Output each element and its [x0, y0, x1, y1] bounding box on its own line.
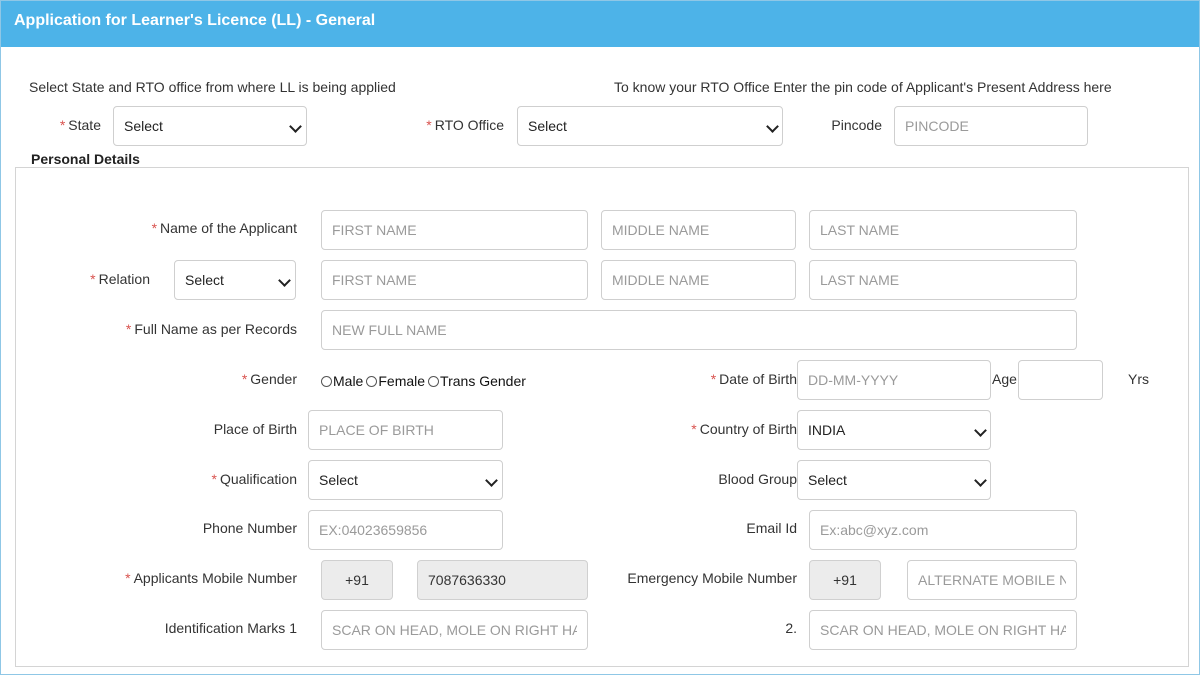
personal-details-legend: Personal Details	[25, 151, 146, 167]
state-label: * State	[59, 117, 101, 133]
email-input[interactable]	[809, 510, 1077, 550]
phone-number-input[interactable]	[308, 510, 503, 550]
country-of-birth-label: * Country of Birth	[691, 421, 797, 437]
place-of-birth-input[interactable]	[308, 410, 503, 450]
dob-input[interactable]	[797, 360, 991, 400]
full-name-label: * Full Name as per Records	[125, 321, 297, 337]
applicant-name-label: * Name of the Applicant	[151, 220, 297, 236]
pincode-label: Pincode	[831, 117, 882, 133]
page-header: Application for Learner's Licence (LL) -…	[1, 1, 1199, 47]
applicant-middle-name-input[interactable]	[601, 210, 796, 250]
age-input[interactable]	[1018, 360, 1103, 400]
gender-trans-label: Trans Gender	[440, 373, 526, 389]
identification-marks-input-1[interactable]	[321, 610, 588, 650]
relation-label: * Relation	[90, 271, 150, 287]
emergency-mobile-label: Emergency Mobile Number	[627, 570, 797, 586]
mobile-number-label: * Applicants Mobile Number	[125, 570, 297, 586]
applicant-last-name-input[interactable]	[809, 210, 1077, 250]
rto-office-label: * RTO Office	[426, 117, 504, 133]
relation-middle-name-input[interactable]	[601, 260, 796, 300]
gender-trans-radio[interactable]	[428, 376, 440, 387]
pincode-note: To know your RTO Office Enter the pin co…	[614, 79, 1112, 95]
gender-label: * Gender	[241, 371, 297, 387]
dob-label: * Date of Birth	[710, 371, 797, 387]
state-rto-note: Select State and RTO office from where L…	[29, 79, 396, 95]
emergency-country-code	[809, 560, 881, 600]
phone-number-label: Phone Number	[202, 520, 297, 536]
mobile-country-code	[321, 560, 393, 600]
emergency-mobile-input[interactable]	[907, 560, 1077, 600]
page-title: Application for Learner's Licence (LL) -…	[14, 12, 376, 29]
age-label: Age	[992, 371, 1017, 387]
qualification-label: * Qualification	[211, 471, 298, 487]
relation-last-name-input[interactable]	[809, 260, 1077, 300]
relation-select[interactable]: Select	[174, 260, 296, 300]
mobile-number-input	[417, 560, 588, 600]
rto-office-select[interactable]: Select	[517, 106, 783, 146]
blood-group-label: Blood Group	[718, 471, 797, 487]
gender-female-label: Female	[378, 373, 426, 389]
state-select[interactable]: Select	[113, 106, 307, 146]
identification-marks-2-label: 2.	[785, 620, 797, 636]
blood-group-select[interactable]: Select	[797, 460, 991, 500]
gender-male-label: Male	[333, 373, 364, 389]
email-label: Email Id	[746, 520, 797, 536]
identification-marks-label: Identification Marks 1	[164, 620, 297, 636]
full-name-input[interactable]	[321, 310, 1077, 350]
qualification-select[interactable]: Select	[308, 460, 503, 500]
gender-radio-group: Male Female Trans Gender	[321, 373, 529, 389]
relation-first-name-input[interactable]	[321, 260, 588, 300]
country-of-birth-select[interactable]: INDIA	[797, 410, 991, 450]
identification-marks-input-2[interactable]	[809, 610, 1077, 650]
place-of-birth-label: Place of Birth	[213, 421, 297, 437]
gender-female-radio[interactable]	[366, 376, 378, 387]
yrs-label: Yrs	[1128, 371, 1149, 387]
applicant-first-name-input[interactable]	[321, 210, 588, 250]
gender-male-radio[interactable]	[321, 376, 332, 387]
pincode-input[interactable]	[894, 106, 1088, 146]
